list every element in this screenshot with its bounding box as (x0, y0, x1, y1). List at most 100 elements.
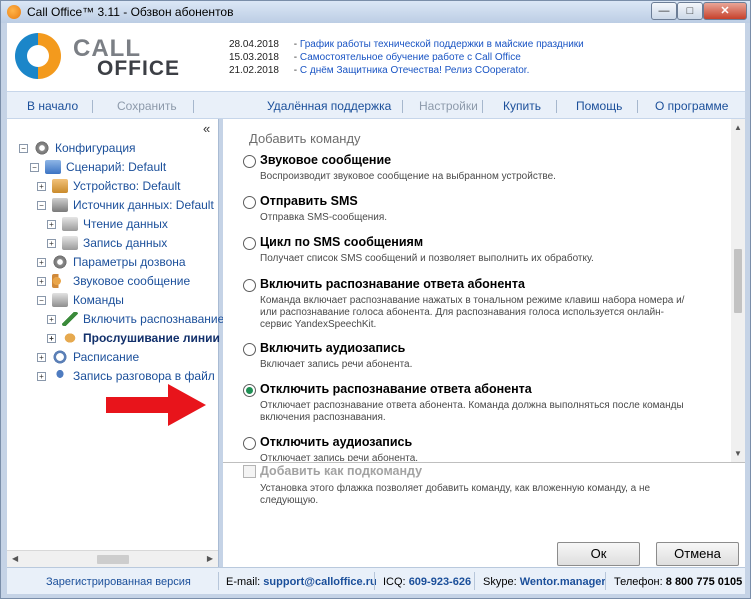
option-title: Отключить распознавание ответа абонента (260, 382, 532, 396)
option-title: Отключить аудиозапись (260, 435, 413, 449)
option-title: Отправить SMS (260, 194, 358, 208)
ok-button[interactable]: Ок (557, 542, 640, 566)
radio-button[interactable] (243, 196, 256, 209)
skype-link[interactable]: Wentor.manager (520, 576, 606, 588)
database-icon (52, 198, 68, 212)
scroll-up-icon[interactable]: ▲ (734, 123, 742, 132)
expand-icon[interactable]: − (37, 200, 46, 210)
news-item: 21.02.2018 - С днём Защитника Отечества!… (221, 64, 584, 77)
expand-icon[interactable]: + (37, 352, 46, 362)
tree-item-record-call[interactable]: + Запись разговора в файл (37, 367, 215, 385)
news-link[interactable]: График работы технической поддержки в ма… (300, 39, 584, 50)
status-bar: Зарегистрированная версия E-mail: suppor… (7, 567, 745, 594)
radio-button[interactable] (243, 237, 256, 250)
device-icon (52, 179, 68, 193)
expand-icon[interactable]: + (47, 314, 56, 324)
expand-icon[interactable]: − (37, 295, 46, 305)
email-link[interactable]: support@calloffice.ru (263, 576, 376, 588)
gear-icon (52, 255, 68, 269)
radio-button[interactable] (243, 343, 256, 356)
expand-icon[interactable]: − (30, 162, 39, 172)
section-title: Добавить команду (249, 131, 361, 146)
news-link[interactable]: Самостоятельное обучение работе с Call O… (300, 52, 521, 63)
option-description: Команда включает распознавание нажатых в… (260, 295, 685, 330)
skype-info: Skype: Wentor.manager (483, 576, 606, 588)
radio-button-selected[interactable] (243, 384, 256, 397)
minimize-button[interactable]: — (651, 2, 677, 20)
option-description: Воспроизводит звуковое сообщение на выбр… (260, 171, 556, 182)
news-date: 28.04.2018 (228, 39, 279, 50)
option-description: Отключает запись речи абонента. (260, 453, 419, 461)
radio-button[interactable] (243, 279, 256, 292)
about-button[interactable]: О программе (655, 99, 728, 113)
tree-item-schedule[interactable]: + Расписание (37, 348, 139, 366)
tree-item-data-source[interactable]: − Источник данных: Default (37, 196, 214, 214)
commands-icon (52, 293, 68, 307)
tree-item-dial-params[interactable]: + Параметры дозвона (37, 253, 186, 271)
header: CALL OFFICE 28.04.2018 - График работы т… (7, 23, 745, 91)
news-item: 15.03.2018 - Самостоятельное обучение ра… (221, 51, 584, 64)
radio-button[interactable] (243, 437, 256, 450)
tree-item-scenario[interactable]: − Сценарий: Default (30, 158, 166, 176)
subcommand-label: Добавить как подкоманду (260, 464, 423, 478)
close-button[interactable]: ✕ (703, 2, 747, 20)
option-disable-recording[interactable]: Отключить аудиозапись Отключает запись р… (243, 435, 713, 461)
option-description: Отключает распознавание ответа абонента.… (260, 400, 684, 423)
tree-horizontal-scrollbar[interactable]: ◀ ▶ (7, 550, 218, 567)
help-button[interactable]: Помощь (576, 99, 622, 113)
phone-info: Телефон: 8 800 775 0105 (614, 576, 743, 588)
logo-text-office: OFFICE (97, 57, 180, 80)
radio-button[interactable] (243, 155, 256, 168)
collapse-panel-icon[interactable]: « (203, 121, 210, 136)
option-description: Получает список SMS сообщений и позволяе… (260, 253, 594, 264)
expand-icon[interactable]: + (47, 238, 56, 248)
title-bar: Call Office™ 3.11 - Обзвон абонентов — □… (1, 1, 750, 23)
scroll-thumb[interactable] (97, 555, 129, 564)
scenario-icon (45, 160, 61, 174)
tree-item-line-listening[interactable]: + Прослушивание линии (47, 329, 220, 347)
scroll-down-icon[interactable]: ▼ (734, 449, 742, 458)
red-arrow-annotation-icon (106, 384, 206, 426)
icq-info: ICQ: 609-923-626 (383, 576, 472, 588)
options-vertical-scrollbar[interactable]: ▲ ▼ (731, 119, 745, 462)
microphone-icon (52, 369, 68, 383)
expand-icon[interactable]: + (37, 276, 46, 286)
scroll-right-icon[interactable]: ▶ (207, 554, 213, 563)
news-list: 28.04.2018 - График работы технической п… (221, 38, 584, 77)
add-command-panel: Добавить команду Звуковое сообщение Восп… (223, 119, 745, 567)
settings-button[interactable]: Настройки (419, 99, 478, 113)
tree-item-configuration[interactable]: − Конфигурация (19, 139, 136, 157)
logo-mark-icon (15, 33, 61, 79)
email-info: E-mail: support@calloffice.ru (226, 576, 377, 588)
option-title: Включить аудиозапись (260, 341, 406, 355)
expand-icon[interactable]: − (19, 143, 28, 153)
scroll-thumb[interactable] (734, 249, 742, 313)
save-button[interactable]: Сохранить (117, 99, 177, 113)
scroll-left-icon[interactable]: ◀ (12, 554, 18, 563)
expand-icon[interactable]: + (37, 371, 46, 381)
tree-item-commands[interactable]: − Команды (37, 291, 124, 309)
expand-icon[interactable]: + (47, 333, 56, 343)
read-icon (62, 217, 78, 231)
sound-icon (52, 274, 68, 288)
tree-item-enable-recognition[interactable]: + Включить распознавание (47, 310, 224, 328)
option-title: Звуковое сообщение (260, 153, 392, 167)
buy-button[interactable]: Купить (503, 99, 541, 113)
maximize-button[interactable]: □ (677, 2, 703, 20)
expand-icon[interactable]: + (37, 257, 46, 267)
news-link[interactable]: С днём Защитника Отечества! Релиз COoper… (300, 65, 529, 76)
tree-item-device[interactable]: + Устройство: Default (37, 177, 180, 195)
cancel-button[interactable]: Отмена (656, 542, 739, 566)
tree-item-sound-message[interactable]: + Звуковое сообщение (37, 272, 190, 290)
icq-value: 609-923-626 (408, 576, 472, 588)
expand-icon[interactable]: + (37, 181, 46, 191)
toolbar: В начало Сохранить Удалённая поддержка Н… (7, 91, 745, 119)
tree-item-write-data[interactable]: + Запись данных (47, 234, 167, 252)
home-button[interactable]: В начало (27, 99, 78, 113)
option-description: Включает запись речи абонента. (260, 359, 413, 370)
tree-item-read-data[interactable]: + Чтение данных (47, 215, 168, 233)
expand-icon[interactable]: + (47, 219, 56, 229)
subcommand-checkbox[interactable] (243, 465, 256, 478)
config-tree-panel: « − Конфигурация − Сценарий: Default + У… (7, 119, 224, 567)
remote-support-button[interactable]: Удалённая поддержка (267, 99, 391, 113)
